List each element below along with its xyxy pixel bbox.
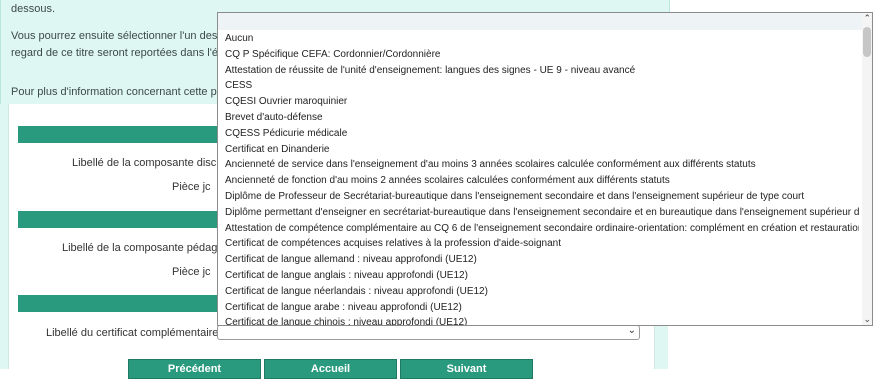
dropdown-option[interactable]: Diplôme permettant d'enseigner en secrét… — [225, 205, 859, 221]
label-composante-disciplinaire: Libellé de la composante disciplin — [72, 157, 236, 169]
certificat-select[interactable]: ⌄ — [217, 325, 640, 340]
dropdown-option[interactable]: CQESS Pédicurie médicale — [225, 126, 859, 142]
dropdown-option[interactable]: Attestation de compétence complémentaire… — [225, 221, 859, 237]
dropdown-scrollbar[interactable]: ⌃ ⌄ — [862, 13, 872, 325]
home-button[interactable]: Accueil — [264, 359, 397, 379]
dropdown-option[interactable]: Certificat en Dinanderie — [225, 142, 859, 158]
label-piece-jointe-1: Pièce jc — [172, 181, 211, 193]
scrollbar-thumb[interactable] — [863, 27, 871, 57]
scroll-up-icon[interactable]: ⌃ — [863, 13, 871, 24]
dropdown-selected-option[interactable] — [218, 13, 862, 30]
certificat-dropdown-list[interactable]: Aucun CQ P Spécifique CEFA: Cordonnier/Co… — [217, 12, 873, 326]
dropdown-option[interactable]: CESS — [225, 78, 859, 94]
previous-button[interactable]: Précédent — [128, 359, 261, 379]
dropdown-option[interactable]: Ancienneté de service dans l'enseignemen… — [225, 157, 859, 173]
info-line-3: regard de ce titre seront reportées dans… — [11, 47, 234, 59]
label-piece-jointe-2: Pièce jc — [172, 266, 211, 278]
chevron-down-icon: ⌄ — [627, 325, 636, 336]
dropdown-option[interactable]: CQ P Spécifique CEFA: Cordonnier/Cordonn… — [225, 47, 859, 63]
dropdown-options: Aucun CQ P Spécifique CEFA: Cordonnier/Co… — [225, 31, 859, 325]
dropdown-option[interactable]: CQESI Ouvrier maroquinier — [225, 94, 859, 110]
info-line-2: Vous pourrez ensuite sélectionner l'un d… — [11, 30, 226, 42]
dropdown-option[interactable]: Certificat de langue anglais : niveau ap… — [225, 268, 859, 284]
dropdown-option[interactable]: Ancienneté de fonction d'au moins 2 anné… — [225, 173, 859, 189]
dropdown-option[interactable]: Aucun — [225, 31, 859, 47]
label-composante-pedagogique: Libellé de la composante pédagogi — [62, 242, 233, 254]
dropdown-option[interactable]: Certificat de langue néerlandais : nivea… — [225, 284, 859, 300]
dropdown-option[interactable]: Certificat de langue arabe : niveau appr… — [225, 300, 859, 316]
dropdown-option[interactable]: Certificat de langue chinois : niveau ap… — [225, 315, 859, 325]
info-line-4: Pour plus d'information concernant cette… — [11, 86, 229, 98]
info-line-1: dessous. — [11, 3, 56, 15]
scroll-down-icon[interactable]: ⌄ — [863, 314, 871, 325]
dropdown-option[interactable]: Attestation de réussite de l'unité d'ens… — [225, 63, 859, 79]
dropdown-option[interactable]: Certificat de compétences acquises relat… — [225, 236, 859, 252]
dropdown-option[interactable]: Certificat de langue allemand : niveau a… — [225, 252, 859, 268]
label-certificat-complementaire: Libellé du certificat complémentaire : — [46, 327, 225, 339]
dropdown-option[interactable]: Diplôme de Professeur de Secrétariat-bur… — [225, 189, 859, 205]
dropdown-option[interactable]: Brevet d'auto-défense — [225, 110, 859, 126]
next-button[interactable]: Suivant — [400, 359, 533, 379]
